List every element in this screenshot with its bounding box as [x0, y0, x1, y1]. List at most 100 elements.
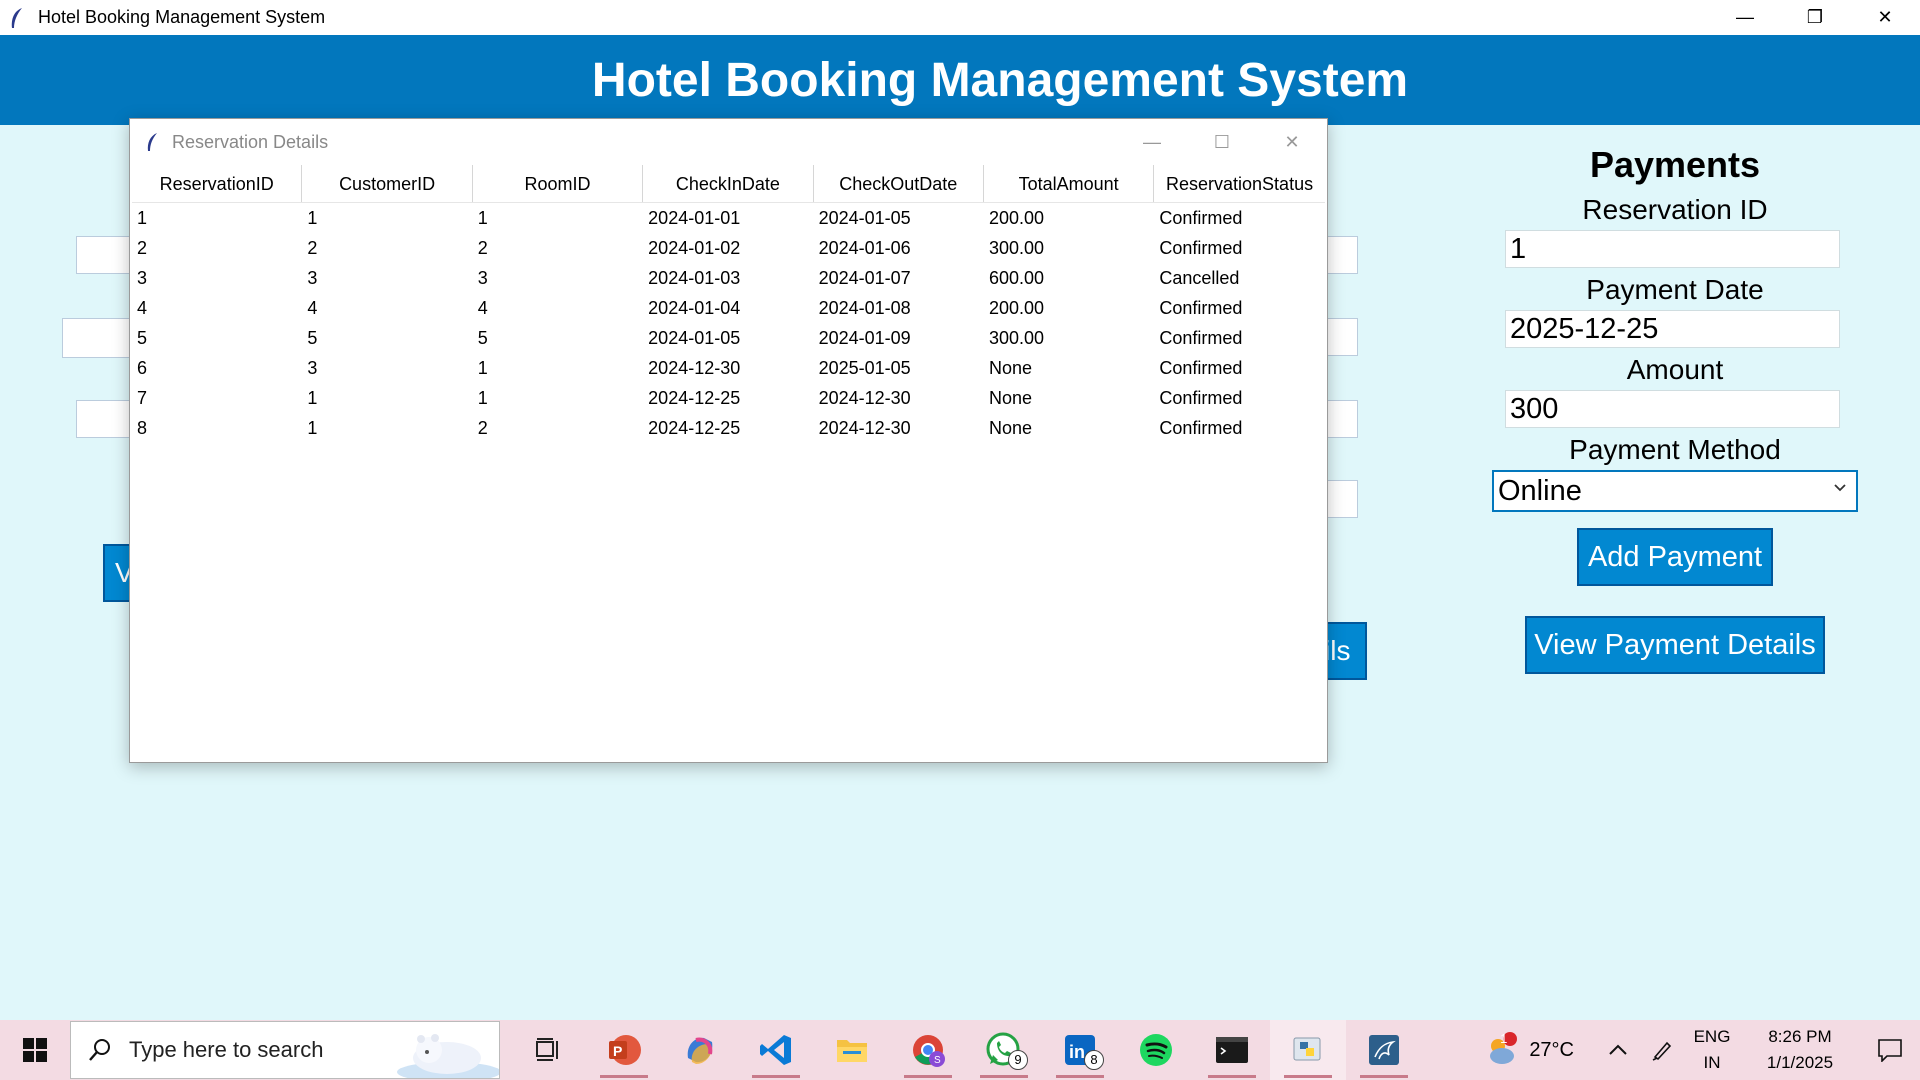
- chevron-down-icon: [1834, 484, 1846, 492]
- dialog-titlebar: Reservation Details — ☐ ✕: [130, 119, 1327, 165]
- table-cell: Confirmed: [1159, 298, 1243, 318]
- table-cell: 1: [477, 208, 488, 228]
- region-code: IN: [1703, 1053, 1721, 1072]
- column-header[interactable]: ReservationID: [132, 165, 303, 202]
- amount-field[interactable]: 300: [1505, 390, 1840, 428]
- temperature: 27°C: [1529, 1038, 1574, 1061]
- start-button[interactable]: [0, 1020, 70, 1080]
- table-cell: 600.00: [988, 268, 1045, 288]
- table-row[interactable]: 8 1 2 2024-12-25 2024-12-30 None Confirmed: [132, 413, 1325, 443]
- taskbar-chrome[interactable]: S: [890, 1020, 966, 1080]
- table-cell: 8: [137, 418, 148, 438]
- table-cell: 2: [307, 238, 318, 258]
- dialog-close-button[interactable]: ✕: [1257, 119, 1327, 165]
- table-cell: 2024-01-01: [648, 208, 741, 228]
- search-icon: [89, 1039, 110, 1061]
- taskbar-linkedin[interactable]: in 8: [1042, 1020, 1118, 1080]
- background-input[interactable]: [62, 318, 132, 358]
- table-cell: 1: [307, 418, 318, 438]
- table-cell: 4: [307, 298, 318, 318]
- table-cell: 2: [477, 418, 488, 438]
- column-header[interactable]: RoomID: [473, 165, 644, 202]
- close-button[interactable]: ✕: [1850, 0, 1920, 35]
- task-view-button[interactable]: [510, 1020, 586, 1080]
- chrome-icon: S: [913, 1035, 945, 1067]
- taskbar-spotify[interactable]: [1118, 1020, 1194, 1080]
- notifications-button[interactable]: [1860, 1038, 1920, 1062]
- taskbar-powerpoint[interactable]: P: [586, 1020, 662, 1080]
- table-row[interactable]: 4 4 4 2024-01-04 2024-01-08 200.00 Confirmed: [132, 293, 1325, 323]
- weather-widget[interactable]: 1 27°C: [1482, 1030, 1574, 1070]
- dialog-minimize-button[interactable]: —: [1117, 119, 1187, 165]
- column-header[interactable]: CheckOutDate: [814, 165, 984, 202]
- table-row[interactable]: 5 5 5 2024-01-05 2024-01-09 300.00 Confirmed: [132, 323, 1325, 353]
- column-header[interactable]: TotalAmount: [984, 165, 1155, 202]
- taskbar: Type here to search P S 9 in 8 1 27°C EN…: [0, 1020, 1920, 1080]
- table-cell: 2024-12-30: [648, 358, 741, 378]
- payment-date-field[interactable]: 2025-12-25: [1505, 310, 1840, 348]
- taskbar-copilot[interactable]: [662, 1020, 738, 1080]
- table-row[interactable]: 3 3 3 2024-01-03 2024-01-07 600.00 Cancelled: [132, 263, 1325, 293]
- table-cell: 2024-01-05: [648, 328, 741, 348]
- terminal-icon: [1216, 1037, 1248, 1063]
- view-payment-details-button[interactable]: View Payment Details: [1525, 616, 1825, 674]
- svg-text:P: P: [613, 1043, 622, 1059]
- table-cell: 3: [477, 268, 488, 288]
- reservation-id-field[interactable]: 1: [1505, 230, 1840, 268]
- language-indicator[interactable]: ENG IN: [1684, 1024, 1740, 1076]
- table-cell: 4: [137, 298, 148, 318]
- pen-menu-button[interactable]: [1640, 1039, 1684, 1061]
- clock[interactable]: 8:26 PM 1/1/2025: [1740, 1024, 1860, 1076]
- column-header[interactable]: CheckInDate: [643, 165, 814, 202]
- app-header: Hotel Booking Management System: [0, 35, 1920, 125]
- table-row[interactable]: 6 3 1 2024-12-30 2025-01-05 None Confirmed: [132, 353, 1325, 383]
- payment-method-select[interactable]: Online: [1492, 470, 1858, 512]
- show-hidden-icons-button[interactable]: [1596, 1043, 1640, 1057]
- dialog-maximize-button[interactable]: ☐: [1187, 119, 1257, 165]
- column-header[interactable]: CustomerID: [302, 165, 473, 202]
- powerpoint-icon: P: [609, 1035, 641, 1065]
- table-cell: 2024-12-30: [818, 388, 911, 408]
- payments-panel: Payments Reservation ID 1 Payment Date 2…: [1490, 140, 1860, 674]
- table-cell: Confirmed: [1159, 208, 1243, 228]
- taskbar-vscode[interactable]: [738, 1020, 814, 1080]
- table-cell: Confirmed: [1159, 388, 1243, 408]
- reservation-table: ReservationID CustomerID RoomID CheckInDate…: [132, 165, 1325, 443]
- polar-bear-icon: [397, 1034, 499, 1078]
- tk-feather-icon: [147, 133, 157, 151]
- chevron-up-icon: [1609, 1044, 1627, 1055]
- restore-button[interactable]: ❐: [1780, 0, 1850, 35]
- taskbar-terminal[interactable]: [1194, 1020, 1270, 1080]
- table-row[interactable]: 7 1 1 2024-12-25 2024-12-30 None Confirmed: [132, 383, 1325, 413]
- taskbar-whatsapp[interactable]: 9: [966, 1020, 1042, 1080]
- payment-method-label: Payment Method: [1569, 434, 1781, 465]
- linkedin-badge: 8: [1084, 1050, 1104, 1070]
- tk-feather-icon: [11, 7, 22, 28]
- table-cell: 2024-01-05: [818, 208, 911, 228]
- taskbar-python[interactable]: [1270, 1020, 1346, 1080]
- table-cell: Confirmed: [1159, 418, 1243, 438]
- add-payment-button[interactable]: Add Payment: [1577, 528, 1773, 586]
- table-cell: 2024-12-30: [818, 418, 911, 438]
- svg-text:S: S: [934, 1055, 941, 1066]
- table-cell: 2: [477, 238, 488, 258]
- table-cell: 4: [477, 298, 488, 318]
- background-input[interactable]: [76, 400, 136, 438]
- search-placeholder: Type here to search: [129, 1037, 324, 1062]
- payments-heading: Payments: [1589, 144, 1761, 185]
- table-row[interactable]: 2 2 2 2024-01-02 2024-01-06 300.00 Confirmed: [132, 233, 1325, 263]
- minimize-button[interactable]: —: [1710, 0, 1780, 35]
- taskbar-search[interactable]: Type here to search: [70, 1021, 500, 1079]
- clock-time: 8:26 PM: [1768, 1027, 1832, 1046]
- table-cell: None: [988, 418, 1032, 438]
- window-title: Hotel Booking Management System: [38, 7, 326, 27]
- table-cell: 3: [137, 268, 148, 288]
- column-header[interactable]: ReservationStatus: [1154, 165, 1324, 202]
- taskbar-file-explorer[interactable]: [814, 1020, 890, 1080]
- vscode-icon: [760, 1035, 791, 1065]
- background-input[interactable]: [76, 236, 136, 274]
- dialog-title: Reservation Details: [172, 131, 329, 152]
- table-row[interactable]: 1 1 1 2024-01-01 2024-01-05 200.00 Confirmed: [132, 203, 1325, 233]
- taskbar-mysql-workbench[interactable]: [1346, 1020, 1422, 1080]
- spotify-icon: [1140, 1034, 1172, 1066]
